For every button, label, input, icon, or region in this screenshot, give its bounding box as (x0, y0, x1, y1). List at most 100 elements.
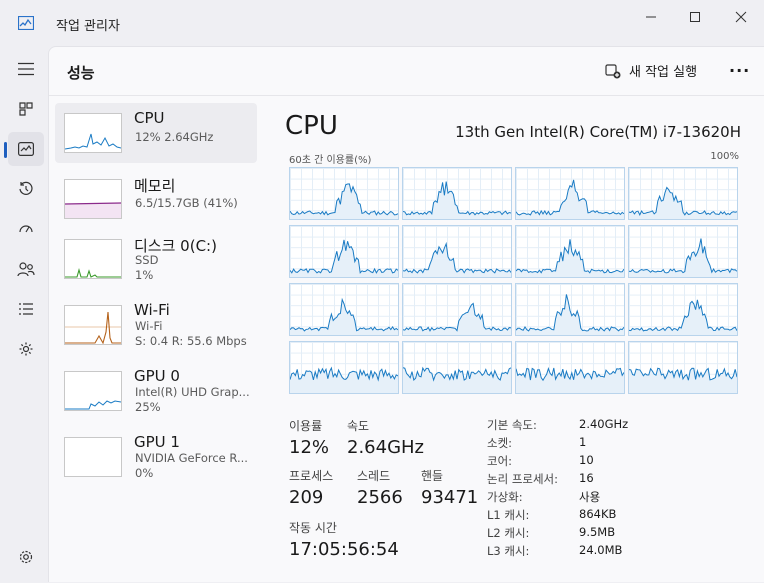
core-usage-line (403, 302, 511, 332)
uptime-value: 17:05:56:54 (289, 539, 399, 560)
spec-value: 1 (579, 435, 587, 449)
spec-label: 기본 속도: (487, 418, 537, 432)
device-name: GPU 0 (134, 367, 180, 385)
core-graph-plot (290, 183, 398, 219)
core-graph-14 (515, 341, 625, 394)
device-item-gpu1[interactable]: GPU 1 NVIDIA GeForce R... 0% (55, 427, 257, 487)
core-usage-area (629, 299, 737, 335)
settings-icon (19, 550, 33, 564)
maximize-button[interactable] (672, 6, 718, 28)
nav-users[interactable] (8, 252, 44, 286)
speed-value: 2.64GHz (347, 437, 425, 458)
core-usage-area (629, 187, 737, 219)
title-bar: 작업 관리자 (0, 0, 764, 46)
details-icon (19, 303, 33, 315)
nav-services[interactable] (8, 332, 44, 366)
uptime-label: 작동 시간 (289, 521, 337, 535)
run-new-task-button[interactable]: 새 작업 실행 (605, 61, 697, 80)
close-button[interactable] (718, 6, 764, 28)
core-graph-0 (289, 167, 399, 220)
device-item-wifi[interactable]: Wi-Fi Wi-Fi S: 0.4 R: 55.6 Mbps (55, 295, 257, 355)
core-graph-2 (515, 167, 625, 220)
core-graph-8 (289, 283, 399, 336)
cpu-detail-panel: CPU 13th Gen Intel(R) Core(TM) i7-13620H… (269, 95, 764, 583)
device-item-memory[interactable]: 메모리 6.5/15.7GB (41%) (55, 169, 257, 229)
handles-label: 핸들 (421, 469, 444, 483)
device-usage: 1% (135, 268, 154, 282)
minimize-button[interactable] (628, 6, 674, 28)
spec-label: 소켓: (487, 436, 513, 450)
gpu1-thumbnail-graph (64, 437, 122, 477)
window-title: 작업 관리자 (56, 19, 120, 34)
core-graph-plot (403, 241, 511, 277)
spec-label: 가상화: (487, 490, 523, 504)
device-detail: 6.5/15.7GB (41%) (135, 196, 238, 210)
core-graph-5 (402, 225, 512, 278)
device-name: 메모리 (134, 177, 176, 195)
hamburger-menu-icon (18, 62, 34, 76)
spec-label: L1 캐시: (487, 508, 530, 522)
nav-details[interactable] (8, 292, 44, 326)
page-header: 성능 새 작업 실행 ··· (49, 47, 764, 96)
core-graph-plot (403, 181, 511, 219)
spec-value: 9.5MB (579, 525, 616, 539)
users-icon (17, 262, 35, 277)
wifi-thumbnail-graph (64, 305, 122, 345)
device-detail: NVIDIA GeForce R... (135, 451, 248, 465)
nav-menu-button[interactable] (8, 52, 44, 86)
spec-label: 논리 프로세서: (487, 472, 559, 486)
app-history-icon (19, 181, 33, 195)
processes-value: 209 (289, 487, 324, 508)
nav-processes[interactable] (8, 92, 44, 126)
disk-thumbnail-line (65, 267, 121, 278)
core-graph-plot (290, 239, 398, 277)
utilization-value: 12% (289, 437, 330, 458)
core-usage-line (403, 241, 511, 274)
core-graph-plot (516, 179, 624, 219)
nav-performance[interactable] (4, 132, 44, 166)
device-usage: 0% (135, 466, 154, 480)
spec-value: 864KB (579, 507, 617, 521)
core-graph-plot (403, 302, 511, 335)
core-graph-6 (515, 225, 625, 278)
spec-label: L2 캐시: (487, 526, 530, 540)
nav-startup-apps[interactable] (8, 212, 44, 246)
cpu-thumbnail-line (64, 133, 122, 150)
navigation-sidebar (0, 46, 48, 582)
core-graph-10 (515, 283, 625, 336)
threads-value: 2566 (357, 487, 403, 508)
device-name: CPU (134, 109, 165, 127)
device-item-gpu0[interactable]: GPU 0 Intel(R) UHD Grap... 25% (55, 361, 257, 421)
core-graph-plot (403, 366, 511, 393)
core-graph-13 (402, 341, 512, 394)
core-usage-line (629, 238, 737, 274)
core-graph-plot (629, 367, 737, 393)
more-options-button[interactable]: ··· (729, 61, 750, 80)
memory-thumbnail-area (64, 202, 122, 218)
close-icon (735, 11, 747, 23)
device-detail: SSD (135, 253, 159, 267)
spec-value: 10 (579, 453, 594, 467)
core-graph-plot (629, 186, 737, 219)
core-usage-area (629, 368, 737, 393)
core-graph-plot (629, 299, 737, 335)
device-item-cpu[interactable]: CPU 12% 2.64GHz (55, 103, 257, 163)
spec-value: 24.0MB (579, 543, 623, 557)
task-manager-app-icon (18, 16, 34, 30)
processes-icon (19, 102, 33, 116)
nav-app-history[interactable] (8, 172, 44, 206)
minimize-icon (646, 16, 656, 18)
device-item-disk[interactable]: 디스크 0(C:) SSD 1% (55, 229, 257, 289)
maximize-icon (690, 12, 700, 22)
core-usage-line (629, 186, 737, 216)
core-graph-15 (628, 341, 738, 394)
device-detail: 12% 2.64GHz (135, 130, 214, 144)
nav-settings[interactable] (8, 540, 44, 574)
cpu-title: CPU (285, 111, 338, 141)
core-graph-3 (628, 167, 738, 220)
utilization-label: 이용률 (289, 419, 323, 433)
core-graph-plot (290, 366, 398, 393)
spec-label: 코어: (487, 454, 513, 468)
wifi-thumbnail-line (65, 311, 121, 345)
device-throughput: S: 0.4 R: 55.6 Mbps (135, 334, 247, 348)
